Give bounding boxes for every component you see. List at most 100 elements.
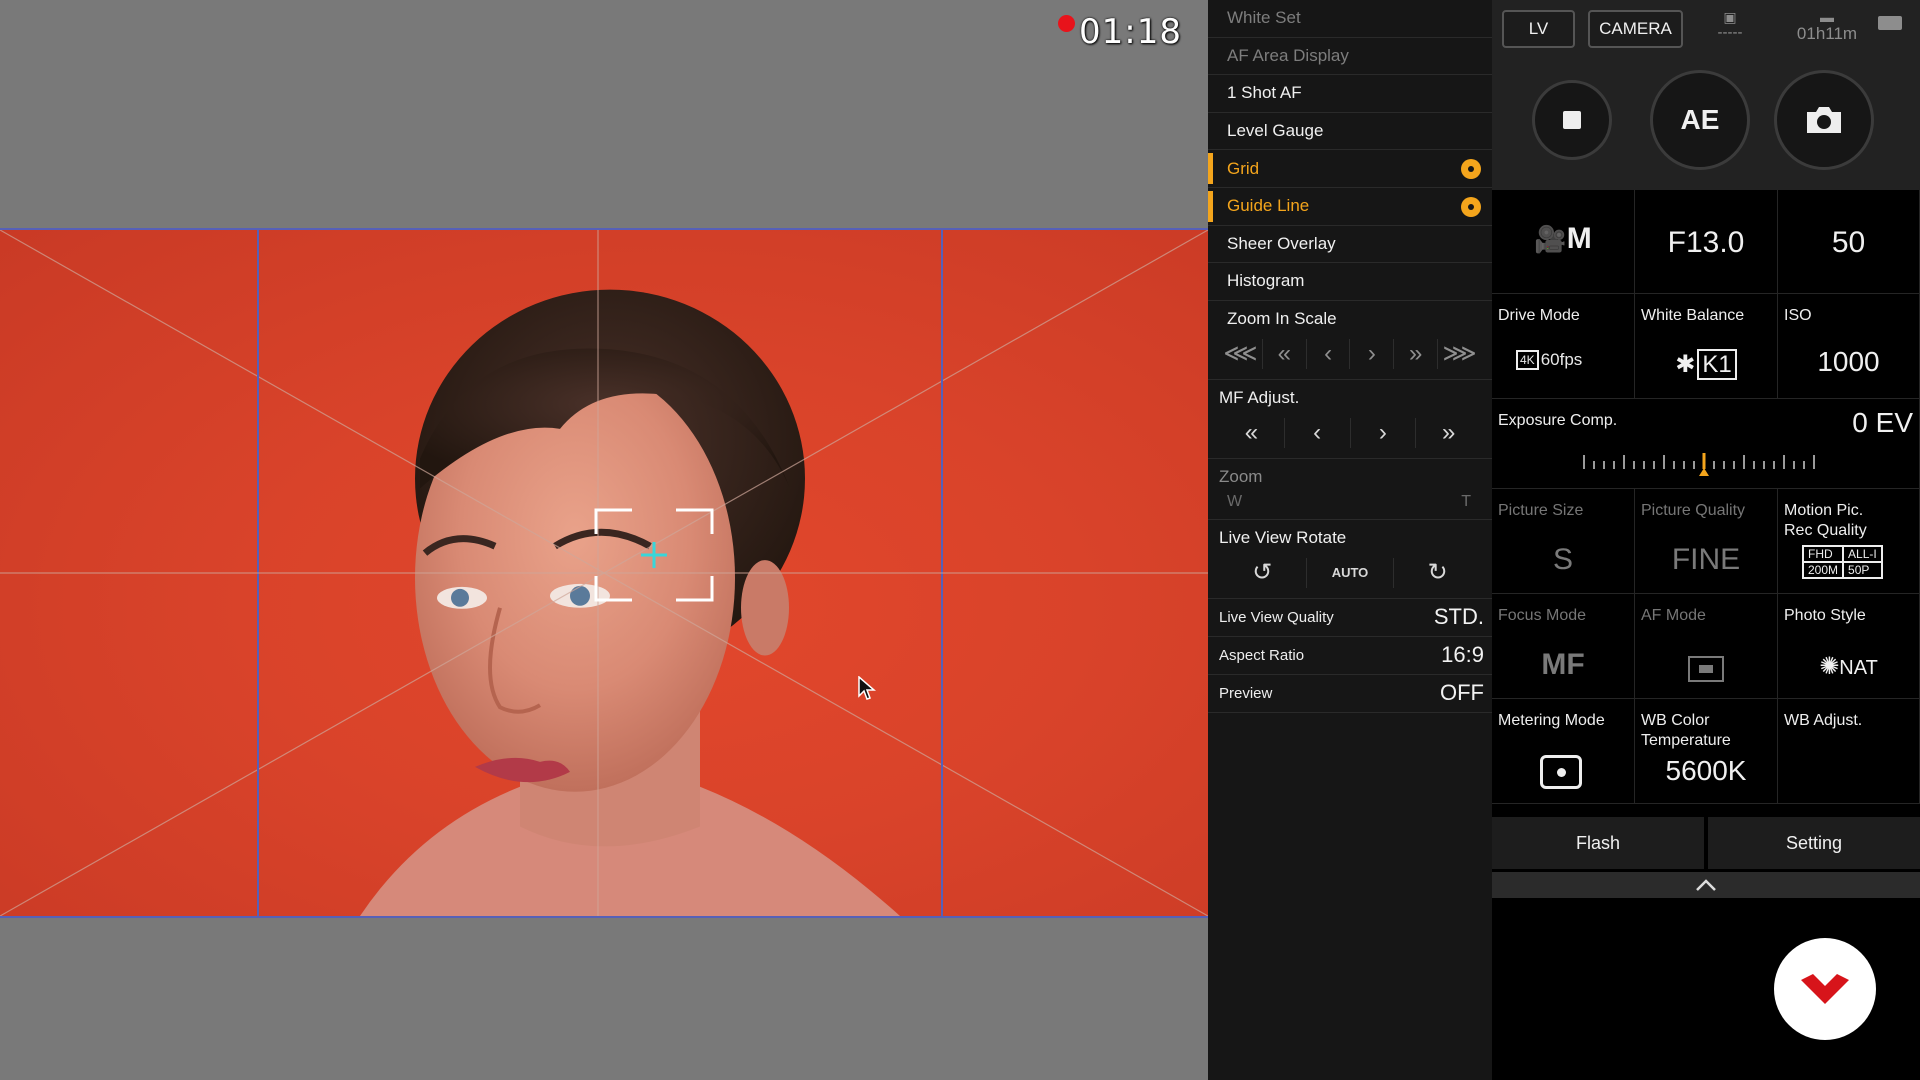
menu-item-white-set[interactable]: White Set	[1208, 0, 1492, 38]
zoom-scale-first-icon[interactable]: ⋘	[1219, 338, 1263, 369]
rotate-right-icon[interactable]: ↻	[1394, 558, 1481, 588]
mf-adjust-label: MF Adjust.	[1219, 387, 1300, 407]
video-icon: ▬	[1820, 9, 1834, 25]
af-area-frame[interactable]	[594, 508, 714, 602]
focus-mode-cell: Focus Mode MF	[1492, 594, 1635, 699]
drive-mode-cell[interactable]: Drive Mode 4K 60fps	[1492, 294, 1635, 399]
zoom-scale-back-icon[interactable]: ‹	[1307, 338, 1351, 369]
photo-count-status: ▣ -----	[1700, 10, 1760, 41]
recording-mode-cell[interactable]: 🎥M	[1492, 190, 1635, 294]
record-indicator-icon	[1058, 15, 1076, 32]
wb-adjust-cell[interactable]: WB Adjust.	[1778, 699, 1920, 804]
zoom-scale-forward-icon[interactable]: ›	[1350, 338, 1395, 369]
brand-logo-icon	[1774, 938, 1876, 1040]
metering-mode-cell[interactable]: Metering Mode	[1492, 699, 1635, 804]
live-view-quality-label: Live View Quality	[1219, 608, 1334, 626]
motion-quality-label-1: Motion Pic.	[1784, 502, 1864, 519]
menu-item-histogram[interactable]: Histogram	[1208, 263, 1492, 301]
menu-item-level-gauge[interactable]: Level Gauge	[1208, 113, 1492, 151]
drive-4k-badge: 4K	[1516, 350, 1539, 370]
zoom-tele-label: T	[1461, 492, 1471, 510]
flash-tab[interactable]: Flash	[1492, 817, 1704, 869]
menu-item-grid[interactable]: Grid	[1208, 150, 1492, 188]
picture-quality-label: Picture Quality	[1641, 502, 1746, 519]
mf-fast-back-icon[interactable]: «	[1219, 417, 1285, 448]
live-view-rotate-section: Live View Rotate ↺ AUTO ↻	[1208, 520, 1492, 599]
recording-time: 01:18	[1079, 12, 1182, 52]
preview-label: Preview	[1219, 684, 1273, 702]
wb-color-temp-label-2: Temperature	[1641, 732, 1731, 749]
wb-kelvin-icon: ✱	[1675, 351, 1696, 378]
record-stop-button[interactable]	[1532, 80, 1612, 160]
motion-quality-badge: FHD ALL-I 200M 50P	[1802, 545, 1883, 579]
wb-color-temp-cell[interactable]: WB Color Temperature 5600K	[1635, 699, 1778, 804]
recording-timer: 01:18	[1058, 12, 1182, 52]
iso-cell[interactable]: ISO 1000	[1778, 294, 1920, 399]
zoom-scale-last-icon[interactable]: ⋙	[1438, 339, 1481, 369]
exposure-comp-cell[interactable]: Exposure Comp. 0 EV	[1492, 399, 1920, 489]
mf-back-icon[interactable]: ‹	[1285, 417, 1351, 448]
photo-style-icon: ✺	[1819, 653, 1840, 680]
setting-tab[interactable]: Setting	[1708, 817, 1920, 869]
focus-mode-value: MF	[1541, 648, 1585, 681]
top-bar: LV CAMERA ▣ ----- ▬ 01h11m AE	[1492, 0, 1920, 190]
af-mode-label: AF Mode	[1641, 607, 1706, 624]
settings-menu: White Set AF Area Display 1 Shot AF Leve…	[1208, 0, 1492, 1080]
bottom-tabs: Flash Setting	[1492, 817, 1920, 869]
photo-style-label: Photo Style	[1784, 607, 1866, 624]
zoom-scale-fast-forward-icon[interactable]: »	[1394, 338, 1439, 369]
preview-row[interactable]: Preview OFF	[1208, 675, 1492, 713]
gear-icon[interactable]	[1461, 196, 1481, 217]
photo-style-cell[interactable]: Photo Style ✺NAT	[1778, 594, 1920, 699]
lv-button[interactable]: LV	[1502, 10, 1575, 48]
drive-fps: 60fps	[1540, 350, 1583, 369]
photo-style-value: NAT	[1839, 657, 1878, 679]
live-view[interactable]: 01:18	[0, 0, 1208, 1080]
motion-quality-cell[interactable]: Motion Pic. Rec Quality FHD ALL-I 200M 5…	[1778, 489, 1920, 594]
menu-item-af-area-display[interactable]: AF Area Display	[1208, 38, 1492, 76]
drive-mode-label: Drive Mode	[1498, 307, 1580, 324]
zoom-scale-fast-back-icon[interactable]: «	[1263, 338, 1307, 369]
zoom-wide-label: W	[1227, 492, 1243, 510]
camera-button[interactable]: CAMERA	[1588, 10, 1683, 48]
preview-value: OFF	[1440, 680, 1484, 706]
aspect-ratio-value: 16:9	[1441, 642, 1484, 668]
shutter-speed-value: 50	[1831, 226, 1866, 259]
camera-control-panel: LV CAMERA ▣ ----- ▬ 01h11m AE 🎥M F13.0 5…	[1492, 0, 1920, 1080]
wb-color-temp-label-1: WB Color	[1641, 712, 1710, 729]
mouse-cursor-icon	[858, 676, 876, 700]
picture-quality-cell: Picture Quality FINE	[1635, 489, 1778, 594]
af-area-icon	[1688, 656, 1724, 682]
aperture-value: F13.0	[1667, 226, 1745, 259]
af-mode-cell: AF Mode	[1635, 594, 1778, 699]
live-view-quality-row[interactable]: Live View Quality STD.	[1208, 599, 1492, 637]
rotate-left-icon[interactable]: ↺	[1219, 557, 1307, 588]
aspect-ratio-label: Aspect Ratio	[1219, 646, 1305, 664]
zoom-slider[interactable]: W T	[1219, 487, 1481, 513]
mf-adjust-section: MF Adjust. « ‹ › »	[1208, 380, 1492, 459]
menu-item-1-shot-af[interactable]: 1 Shot AF	[1208, 75, 1492, 113]
shutter-button[interactable]	[1774, 70, 1874, 170]
exposure-scale[interactable]	[1582, 453, 1822, 477]
live-view-quality-value: STD.	[1433, 604, 1484, 630]
menu-item-guide-line[interactable]: Guide Line	[1208, 188, 1492, 226]
zoom-in-scale-label: Zoom In Scale	[1227, 308, 1337, 328]
rotate-auto-button[interactable]: AUTO	[1307, 557, 1395, 588]
stop-icon	[1563, 111, 1581, 129]
expand-panel-bar[interactable]	[1492, 872, 1920, 898]
wb-color-temp-value: 5600K	[1665, 755, 1747, 786]
mf-forward-icon[interactable]: ›	[1351, 417, 1417, 448]
menu-item-sheer-overlay[interactable]: Sheer Overlay	[1208, 226, 1492, 264]
aspect-ratio-row[interactable]: Aspect Ratio 16:9	[1208, 637, 1492, 675]
movie-camera-icon: 🎥	[1534, 224, 1567, 254]
aperture-cell[interactable]: F13.0	[1635, 190, 1778, 294]
iso-label: ISO	[1784, 307, 1812, 324]
ae-button[interactable]: AE	[1650, 70, 1750, 170]
white-balance-cell[interactable]: White Balance ✱ K1	[1635, 294, 1778, 399]
gear-icon[interactable]	[1461, 159, 1481, 180]
exposure-comp-label: Exposure Comp.	[1498, 412, 1618, 429]
chevron-up-icon	[1696, 879, 1716, 891]
shutter-speed-cell[interactable]: 50	[1778, 190, 1920, 294]
live-view-frame[interactable]	[0, 228, 1208, 918]
mf-fast-forward-icon[interactable]: »	[1416, 418, 1481, 448]
